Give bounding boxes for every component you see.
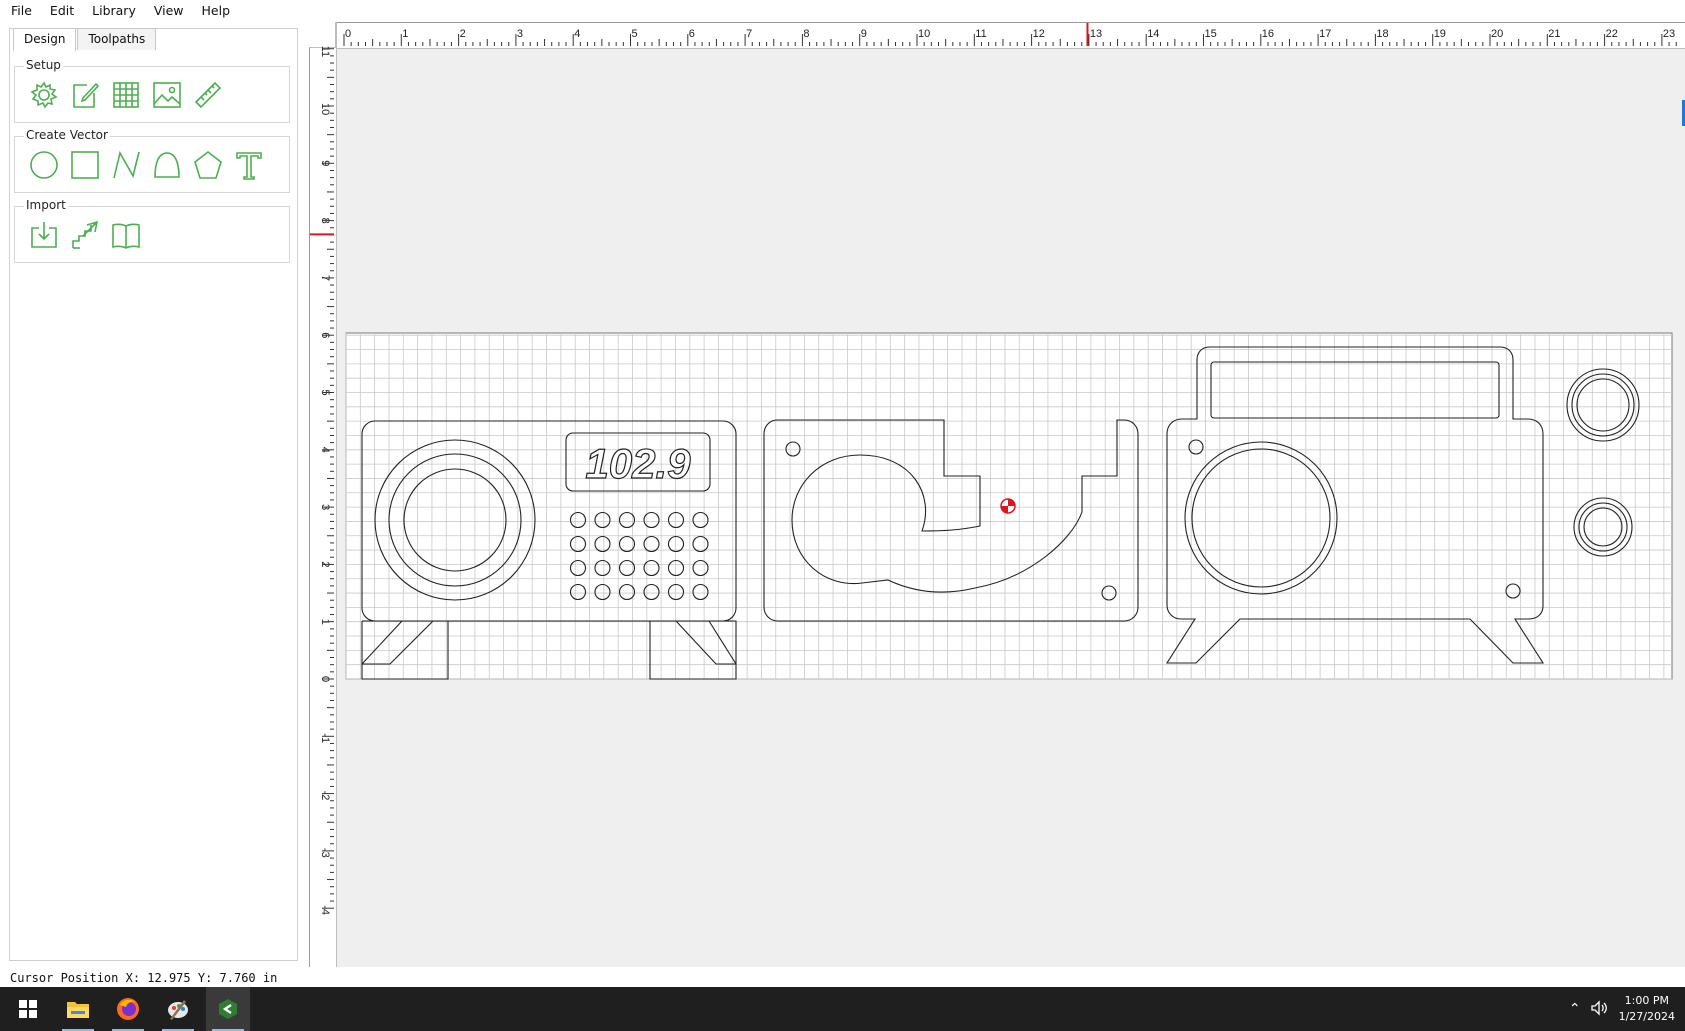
origin-marker[interactable] (1000, 498, 1016, 514)
system-tray: ⌃ 1:00 PM 1/27/2024 (1569, 987, 1675, 1031)
ruler-top-label: 22 (1606, 28, 1618, 40)
ruler-top-label: 6 (689, 28, 695, 40)
ruler-top-label: 18 (1376, 28, 1388, 40)
design-canvas[interactable]: 0 1 2 3 4 5 6 7 8 9 10 11 12 13 14 15 16 17 18 19 20 21 22 23 1… (0, 0, 1685, 1031)
ruler-top-label: 20 (1491, 28, 1503, 40)
ruler-left-label: -1 (319, 733, 331, 743)
ruler-top-label: 10 (918, 28, 930, 40)
ruler-top-label: 0 (345, 28, 351, 40)
ruler-top-label: 7 (746, 28, 752, 40)
cursor-position-status: Cursor Position X: 12.975 Y: 7.760 in (10, 971, 278, 985)
chevron-up-icon[interactable]: ⌃ (1569, 1001, 1581, 1017)
ruler-top-label: 15 (1205, 28, 1217, 40)
ruler-left-label: 11 (319, 46, 331, 57)
ruler-top-ticks: 0 1 2 3 4 5 6 7 8 9 10 11 12 13 14 15 16 17 18 19 20 21 22 23 (343, 23, 1677, 46)
clock-date: 1/27/2024 (1618, 1010, 1675, 1023)
display-text: 102.9 (585, 440, 691, 487)
ruler-top-label: 19 (1434, 28, 1446, 40)
windows-start-icon[interactable] (6, 987, 50, 1031)
paint-icon[interactable] (156, 987, 200, 1031)
ruler-top-label: 14 (1147, 28, 1159, 40)
ruler-top-label: 5 (632, 28, 638, 40)
ruler-left-label: -4 (319, 905, 331, 915)
ruler-top-label: 8 (803, 28, 809, 40)
taskbar: ⌃ 1:00 PM 1/27/2024 (0, 987, 1685, 1031)
clock[interactable]: 1:00 PM 1/27/2024 (1619, 993, 1675, 1025)
firefox-icon[interactable] (106, 987, 150, 1031)
ruler-top-label: 17 (1319, 28, 1331, 40)
ruler-top-label: 4 (574, 28, 580, 40)
ruler-top-label: 23 (1663, 28, 1675, 40)
ruler-left-ticks: 11109876543210-1-2-3-4 (310, 46, 334, 915)
ruler-top-label: 9 (861, 28, 867, 40)
ruler-left-label: -2 (319, 791, 331, 801)
ruler-top-label: 11 (975, 28, 986, 40)
ruler-top-label: 1 (402, 28, 408, 40)
file-explorer-icon[interactable] (56, 987, 100, 1031)
ruler-top-label: 12 (1033, 28, 1045, 40)
carbide-create-icon[interactable] (206, 987, 250, 1031)
ruler-left-label: 10 (319, 103, 331, 115)
ruler-top-label: 13 (1090, 28, 1102, 40)
ruler-top-label: 3 (517, 28, 523, 40)
ruler-top-label: 2 (460, 28, 466, 40)
ruler-left-label: -3 (319, 848, 331, 858)
clock-time: 1:00 PM (1624, 994, 1669, 1007)
volume-icon[interactable] (1590, 999, 1609, 1019)
ruler-top-label: 16 (1262, 28, 1274, 40)
ruler-top-label: 21 (1548, 28, 1560, 40)
